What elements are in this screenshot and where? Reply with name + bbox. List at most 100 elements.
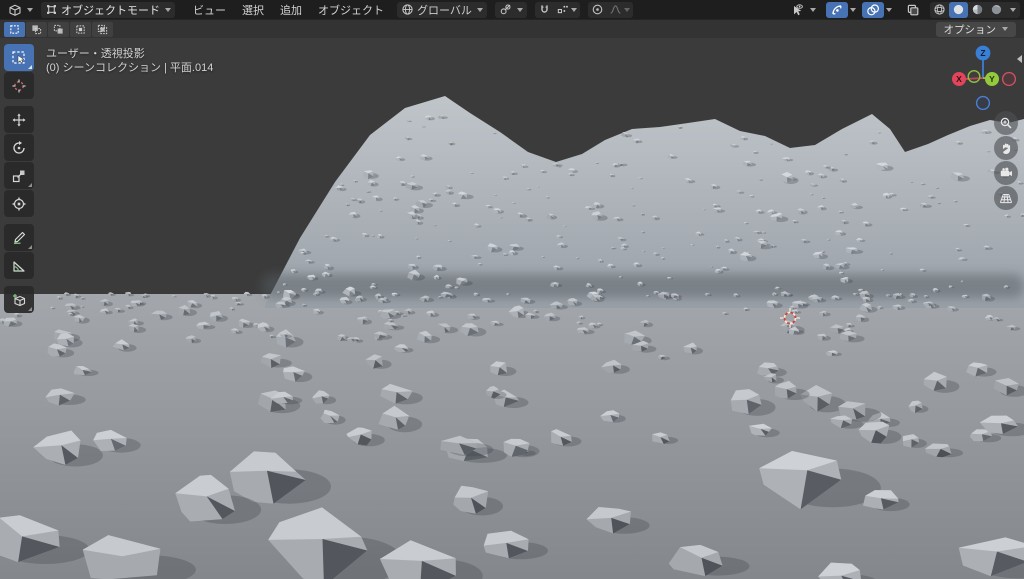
scale-tool-button[interactable] bbox=[4, 162, 34, 189]
material-preview-shading-icon bbox=[971, 3, 984, 16]
select-mode-intersect[interactable] bbox=[92, 22, 113, 37]
annotate-pen-icon bbox=[11, 230, 27, 246]
annotate-tool-button[interactable] bbox=[4, 224, 34, 251]
axis-navigation-gizmo[interactable]: Z X Y bbox=[948, 40, 1018, 110]
toggle-xray-button[interactable] bbox=[902, 2, 924, 18]
axis-x-label: X bbox=[956, 74, 962, 84]
gizmos-dropdown-chevron[interactable] bbox=[850, 8, 856, 12]
solid-shading-icon bbox=[952, 3, 965, 16]
snap-toggle-button[interactable] bbox=[535, 2, 554, 18]
box-select-icon bbox=[11, 50, 27, 66]
gizmos-control bbox=[826, 2, 856, 18]
add-cube-tool-button[interactable] bbox=[4, 286, 34, 313]
pivot-point-icon bbox=[499, 3, 512, 16]
add-cube-icon bbox=[11, 292, 27, 308]
shading-dropdown-chevron[interactable] bbox=[1010, 8, 1016, 12]
axis-z-label: Z bbox=[980, 48, 985, 58]
pivot-point-dropdown[interactable] bbox=[495, 2, 527, 18]
cursor-tool-button[interactable] bbox=[4, 72, 34, 99]
toggle-perspective-button[interactable] bbox=[994, 186, 1018, 210]
move-icon bbox=[11, 112, 27, 128]
perspective-grid-icon bbox=[999, 191, 1013, 205]
select-subtract-icon bbox=[53, 24, 64, 35]
menu-add[interactable]: 追加 bbox=[272, 2, 310, 18]
chevron-down-icon bbox=[624, 8, 630, 12]
object-type-visibility-icon bbox=[791, 3, 805, 17]
viewport-nav-buttons bbox=[994, 111, 1018, 210]
transform-tool-button[interactable] bbox=[4, 190, 34, 217]
tool-settings-bar: オプション bbox=[0, 19, 1024, 38]
editor-type-button[interactable] bbox=[4, 2, 37, 18]
sidebar-collapse-arrow[interactable] bbox=[1017, 55, 1022, 63]
show-overlays-toggle[interactable] bbox=[862, 2, 884, 18]
axis-y-label: Y bbox=[989, 74, 995, 84]
shading-rendered-button[interactable] bbox=[987, 2, 1006, 18]
shading-wireframe-button[interactable] bbox=[930, 2, 949, 18]
toggle-xray-icon bbox=[906, 3, 920, 17]
menu-select[interactable]: 選択 bbox=[234, 2, 272, 18]
rendered-shading-icon bbox=[990, 3, 1003, 16]
wireframe-shading-icon bbox=[933, 3, 946, 16]
select-mode-subtract[interactable] bbox=[48, 22, 69, 37]
axis-ball-neg-y[interactable] bbox=[968, 71, 980, 83]
measure-icon bbox=[11, 258, 27, 274]
select-set-icon bbox=[9, 24, 20, 35]
rotate-tool-button[interactable] bbox=[4, 134, 34, 161]
viewport-3d[interactable]: ユーザー・透視投影 (0) シーンコレクション | 平面.014 bbox=[0, 38, 1024, 579]
3d-viewport-editor-icon bbox=[8, 3, 22, 17]
chevron-down-icon bbox=[165, 8, 171, 12]
snap-group bbox=[535, 2, 580, 18]
chevron-down-icon bbox=[27, 8, 33, 12]
viewport-header: オブジェクトモード ビュー 選択 追加 オブジェクト グローバル bbox=[0, 0, 1024, 19]
axis-ball-neg-x[interactable] bbox=[1003, 73, 1016, 86]
chevron-down-icon bbox=[477, 8, 483, 12]
snap-target-dropdown[interactable] bbox=[554, 2, 580, 18]
transform-orientation-dropdown[interactable]: グローバル bbox=[397, 2, 487, 18]
shading-material-button[interactable] bbox=[968, 2, 987, 18]
overlays-dropdown-chevron[interactable] bbox=[886, 8, 892, 12]
options-button[interactable]: オプション bbox=[936, 22, 1017, 37]
blender-window: オブジェクトモード ビュー 選択 追加 オブジェクト グローバル bbox=[0, 0, 1024, 579]
mode-label: オブジェクトモード bbox=[61, 2, 160, 18]
select-extend-icon bbox=[31, 24, 42, 35]
select-mode-invert[interactable] bbox=[70, 22, 91, 37]
global-orientation-icon bbox=[401, 3, 414, 16]
chevron-down-icon bbox=[810, 8, 816, 12]
chevron-down-icon bbox=[1002, 27, 1008, 31]
menu-object[interactable]: オブジェクト bbox=[310, 2, 392, 18]
select-mode-extend[interactable] bbox=[26, 22, 47, 37]
shading-solid-button[interactable] bbox=[949, 2, 968, 18]
snap-magnet-icon bbox=[538, 3, 551, 16]
select-mode-set[interactable] bbox=[4, 22, 25, 37]
select-invert-icon bbox=[75, 24, 86, 35]
snap-increment-icon bbox=[556, 3, 569, 16]
mode-selector[interactable]: オブジェクトモード bbox=[41, 2, 175, 18]
menu-view[interactable]: ビュー bbox=[185, 2, 234, 18]
options-label: オプション bbox=[944, 22, 997, 37]
magnifier-zoom-icon bbox=[999, 116, 1013, 130]
proportional-editing-toggle[interactable] bbox=[588, 2, 607, 18]
3d-cursor-icon bbox=[11, 78, 27, 94]
orientation-label: グローバル bbox=[417, 2, 472, 18]
zoom-button[interactable] bbox=[994, 111, 1018, 135]
box-select-tool-button[interactable] bbox=[4, 44, 34, 71]
proportional-falloff-icon bbox=[609, 3, 622, 16]
proportional-falloff-dropdown[interactable] bbox=[607, 2, 633, 18]
header-middle-group: グローバル bbox=[397, 2, 633, 18]
measure-tool-button[interactable] bbox=[4, 252, 34, 279]
show-gizmos-toggle[interactable] bbox=[826, 2, 848, 18]
header-menus: ビュー 選択 追加 オブジェクト bbox=[185, 2, 392, 18]
viewport-overlays-icon bbox=[866, 3, 880, 17]
move-tool-button[interactable] bbox=[4, 106, 34, 133]
rotate-icon bbox=[11, 140, 27, 156]
pan-button[interactable] bbox=[994, 136, 1018, 160]
object-type-visibility-dropdown[interactable] bbox=[787, 2, 820, 18]
viewport-canvas[interactable] bbox=[0, 38, 1024, 579]
chevron-down-icon bbox=[571, 8, 577, 12]
camera-view-button[interactable] bbox=[994, 161, 1018, 185]
scale-icon bbox=[11, 168, 27, 184]
select-mode-group bbox=[4, 22, 113, 37]
shading-mode-group bbox=[930, 2, 1020, 18]
axis-ball-neg-z[interactable] bbox=[977, 97, 990, 110]
chevron-down-icon bbox=[517, 8, 523, 12]
